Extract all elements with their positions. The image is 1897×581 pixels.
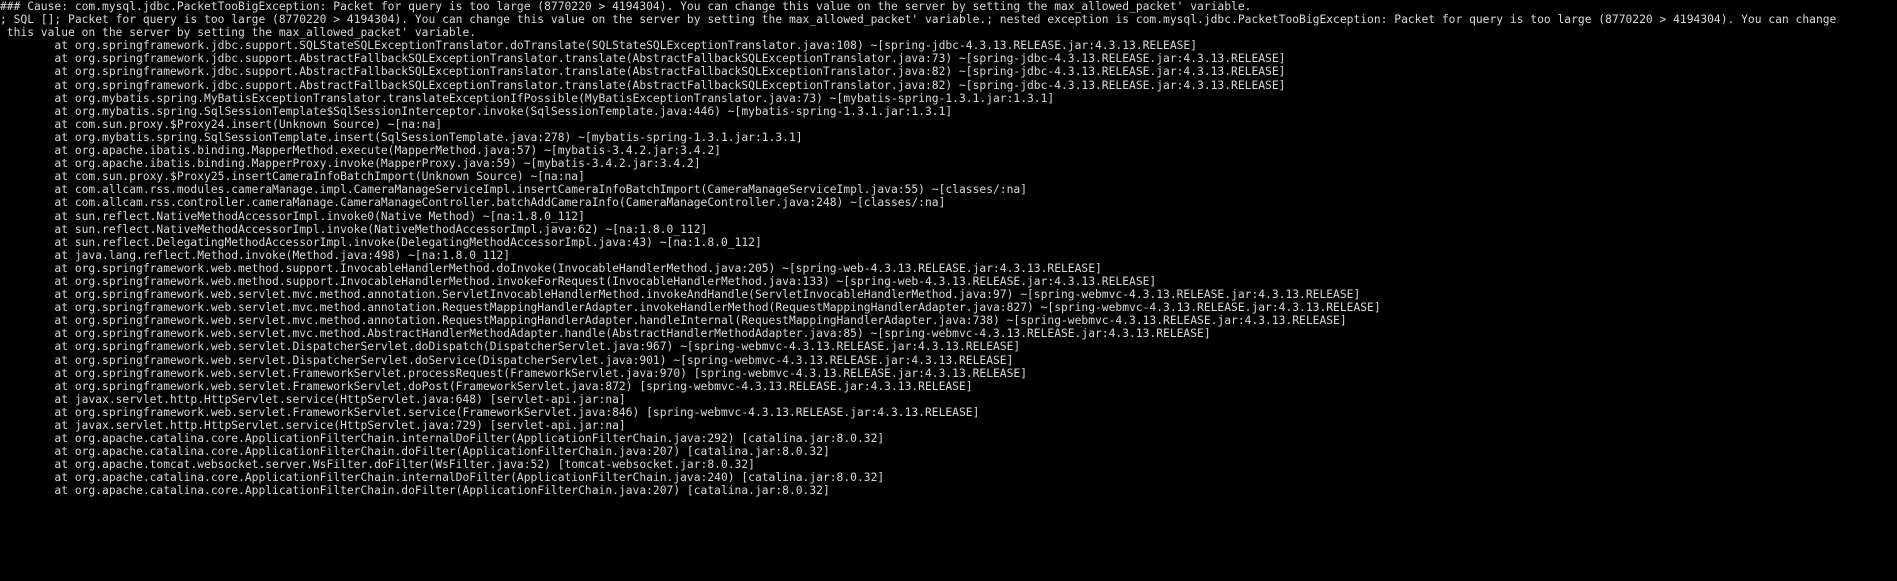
stack-frame-line: at java.lang.reflect.Method.invoke(Metho… bbox=[0, 248, 511, 262]
stack-frame-line: at sun.reflect.NativeMethodAccessorImpl.… bbox=[0, 222, 708, 236]
stack-frame-line: at org.springframework.web.servlet.Frame… bbox=[0, 405, 980, 419]
stack-frame-line: at org.mybatis.spring.SqlSessionTemplate… bbox=[0, 130, 803, 144]
stack-frame-line: at javax.servlet.http.HttpServlet.servic… bbox=[0, 419, 626, 432]
stack-frame-line: at org.apache.ibatis.binding.MapperMetho… bbox=[0, 144, 721, 158]
exception-message-line: this value on the server by setting the … bbox=[0, 26, 477, 40]
exception-message-line: ### Cause: com.mysql.jdbc.PacketTooBigEx… bbox=[0, 0, 1252, 13]
stack-frame-line: at org.springframework.web.servlet.mvc.m… bbox=[0, 288, 1361, 302]
stack-frame-line: at org.springframework.jdbc.support.SQLS… bbox=[0, 39, 1198, 53]
stack-frame-line: at org.springframework.web.servlet.mvc.m… bbox=[0, 327, 1211, 341]
stack-frame-line: at org.springframework.web.servlet.mvc.m… bbox=[0, 314, 1347, 328]
stack-frame-line: at sun.reflect.NativeMethodAccessorImpl.… bbox=[0, 209, 585, 223]
stack-frame-line: at org.springframework.web.servlet.mvc.m… bbox=[0, 301, 1381, 315]
stack-frame-line: at org.springframework.jdbc.support.Abst… bbox=[0, 65, 1286, 79]
stack-frame-line: at org.mybatis.spring.MyBatisExceptionTr… bbox=[0, 91, 1055, 105]
stack-frame-line: at org.mybatis.spring.SqlSessionTemplate… bbox=[0, 104, 953, 118]
stack-frame-line: at org.apache.catalina.core.ApplicationF… bbox=[0, 471, 885, 485]
exception-message-line: ; SQL []; Packet for query is too large … bbox=[0, 13, 1837, 27]
stack-frame-line: at org.springframework.web.servlet.Frame… bbox=[0, 366, 1027, 380]
stack-frame-line: at org.springframework.web.servlet.Dispa… bbox=[0, 340, 1021, 354]
stack-frame-line: at org.apache.tomcat.websocket.server.Ws… bbox=[0, 458, 755, 472]
stack-frame-line: at org.springframework.web.method.suppor… bbox=[0, 274, 1157, 288]
stack-frame-line: at org.apache.catalina.core.ApplicationF… bbox=[0, 445, 830, 459]
stack-frame-line: at com.sun.proxy.$Proxy25.insertCameraIn… bbox=[0, 170, 585, 184]
console-output-pane[interactable]: ### Cause: com.mysql.jdbc.PacketTooBigEx… bbox=[0, 0, 1897, 581]
stack-frame-line: at com.allcam.rss.controller.cameraManag… bbox=[0, 196, 946, 210]
stack-frame-line: at org.springframework.jdbc.support.Abst… bbox=[0, 52, 1286, 66]
stack-frame-line: at org.springframework.web.servlet.Dispa… bbox=[0, 353, 1014, 367]
stack-frame-line: at com.allcam.rss.modules.cameraManage.i… bbox=[0, 183, 1027, 197]
stack-frame-line: at org.apache.catalina.core.ApplicationF… bbox=[0, 484, 830, 498]
stack-frame-line: at org.springframework.jdbc.support.Abst… bbox=[0, 78, 1286, 92]
stack-frame-line: at org.apache.ibatis.binding.MapperProxy… bbox=[0, 157, 701, 171]
stack-frame-line: at javax.servlet.http.HttpServlet.servic… bbox=[0, 392, 626, 406]
stack-trace-log: ### Cause: com.mysql.jdbc.PacketTooBigEx… bbox=[0, 0, 1897, 498]
stack-frame-line: at org.springframework.web.servlet.Frame… bbox=[0, 379, 973, 393]
stack-frame-line: at sun.reflect.DelegatingMethodAccessorI… bbox=[0, 235, 762, 249]
stack-frame-line: at org.apache.catalina.core.ApplicationF… bbox=[0, 432, 885, 446]
stack-frame-line: at com.sun.proxy.$Proxy24.insert(Unknown… bbox=[0, 117, 443, 131]
stack-frame-line: at org.springframework.web.method.suppor… bbox=[0, 261, 1102, 275]
